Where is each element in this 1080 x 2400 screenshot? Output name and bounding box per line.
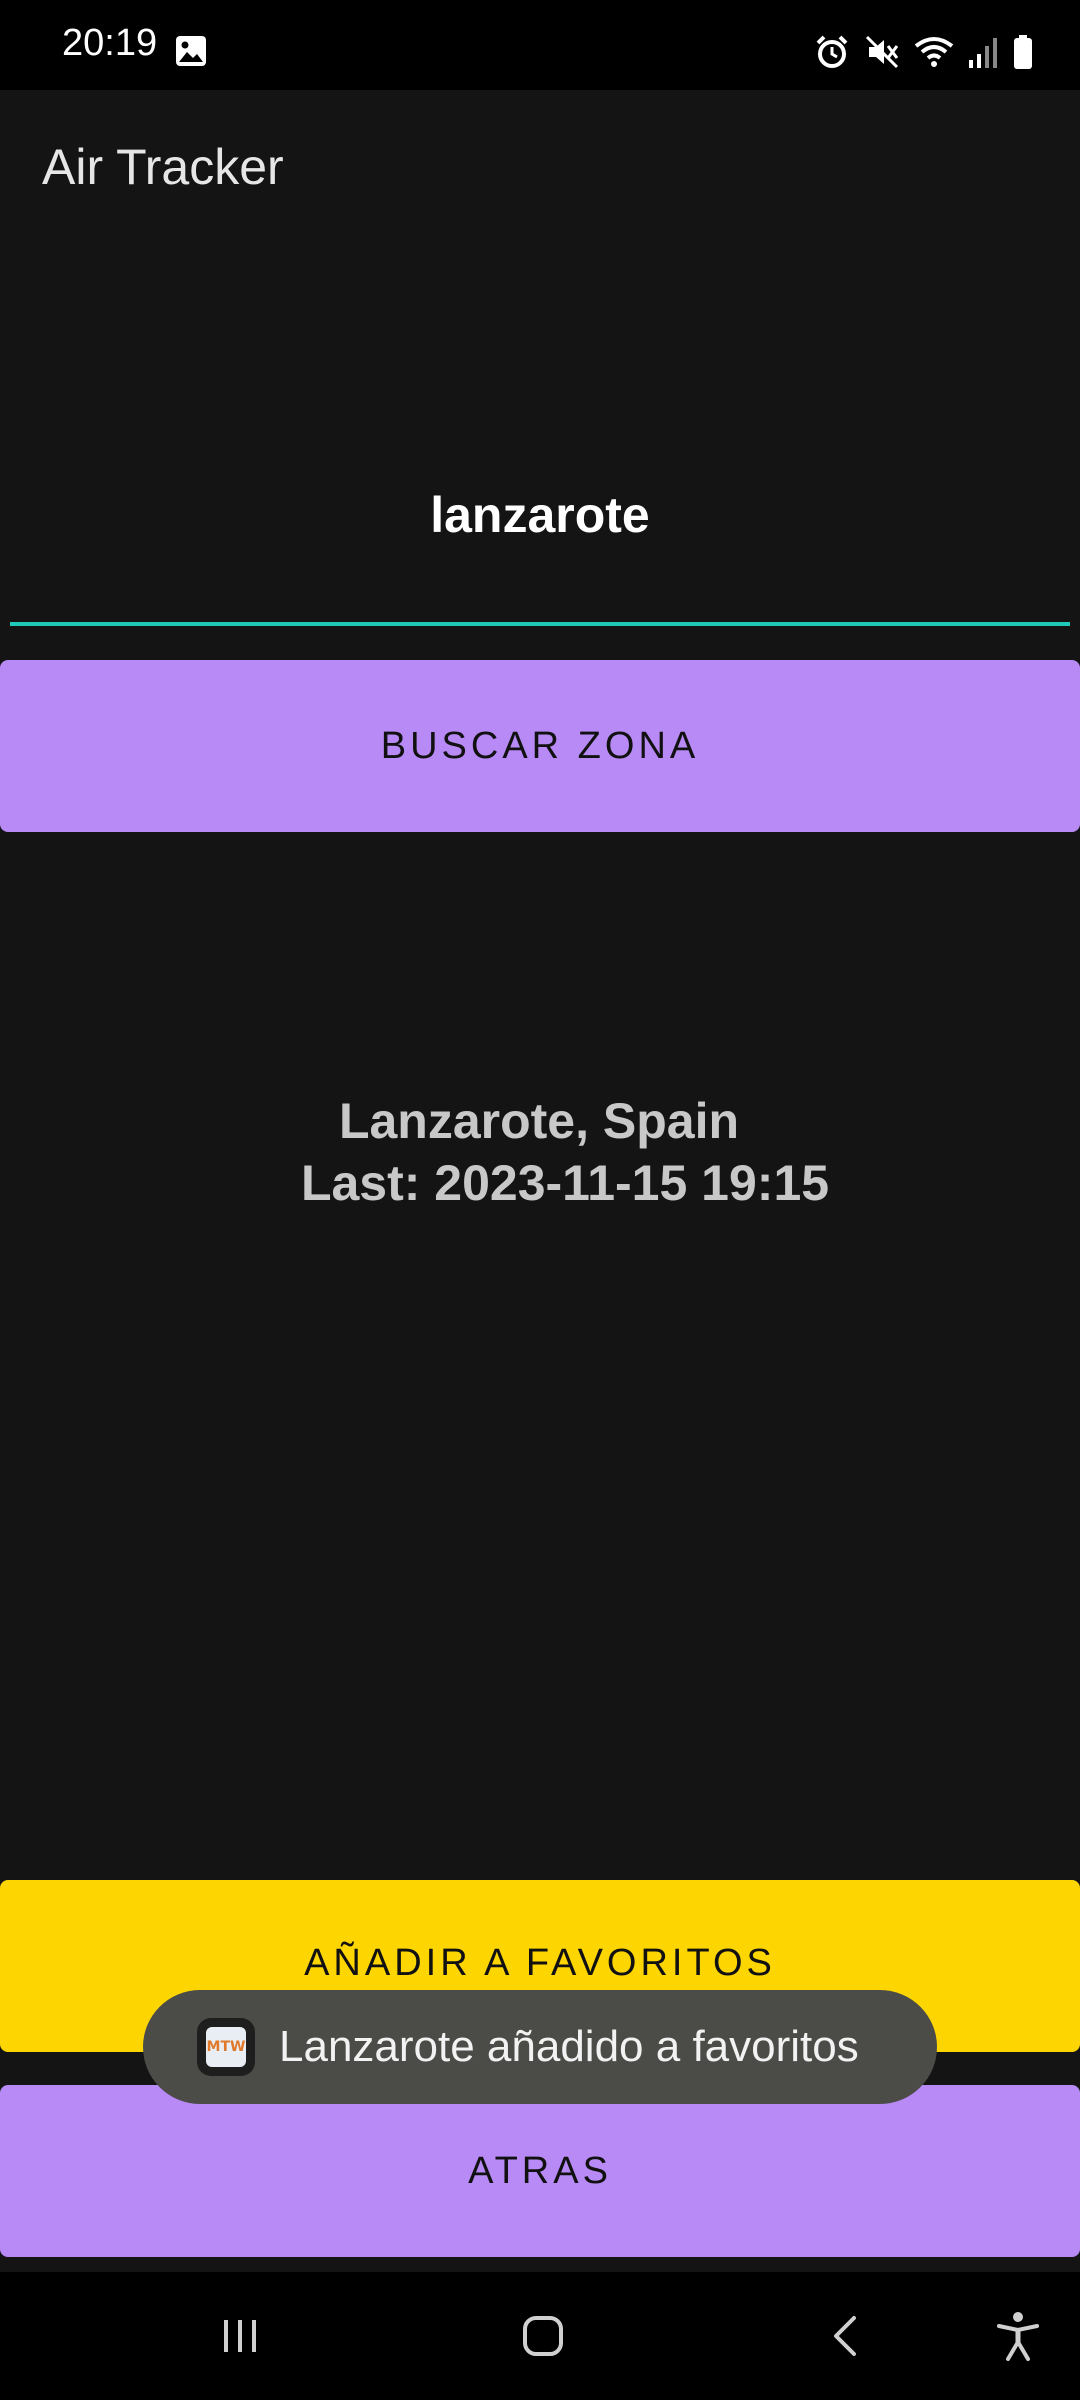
result-location: Lanzarote, Spain [338, 1093, 740, 1149]
back-button[interactable]: ATRAS [0, 2085, 1080, 2257]
toast-message: Lanzarote añadido a favoritos [279, 2022, 859, 2071]
accessibility-icon[interactable] [968, 2272, 1068, 2400]
status-time: 20:19 [62, 22, 158, 64]
status-icons [814, 30, 1034, 74]
app-title: Air Tracker [42, 139, 284, 195]
result-text: Lanzarote, Spain Last: 2023-11-15 19:15 [0, 1090, 1080, 1214]
recents-icon[interactable] [190, 2272, 290, 2400]
home-icon[interactable] [493, 2272, 593, 2400]
result-last-update: Last: 2023-11-15 19:15 [300, 1155, 830, 1211]
app-screen: 20:19 Air Tracker lanzarote BUSCAR ZONA … [0, 0, 1080, 2400]
battery-icon [1012, 34, 1034, 70]
search-input[interactable] [10, 380, 1070, 626]
mute-icon [864, 34, 900, 70]
status-bar: 20:19 [0, 0, 1080, 90]
search-zone-button[interactable]: BUSCAR ZONA [0, 660, 1080, 832]
toast-notification: MTW Lanzarote añadido a favoritos [143, 1990, 937, 2104]
wifi-icon [914, 34, 954, 70]
back-icon[interactable] [796, 2272, 896, 2400]
gallery-icon [174, 34, 208, 68]
app-icon-logo: MTW [206, 2027, 246, 2067]
app-icon: MTW [197, 2018, 255, 2076]
app-bar: Air Tracker [0, 90, 1080, 240]
alarm-icon [814, 34, 850, 70]
signal-icon [968, 34, 998, 70]
navigation-bar [0, 2272, 1080, 2400]
